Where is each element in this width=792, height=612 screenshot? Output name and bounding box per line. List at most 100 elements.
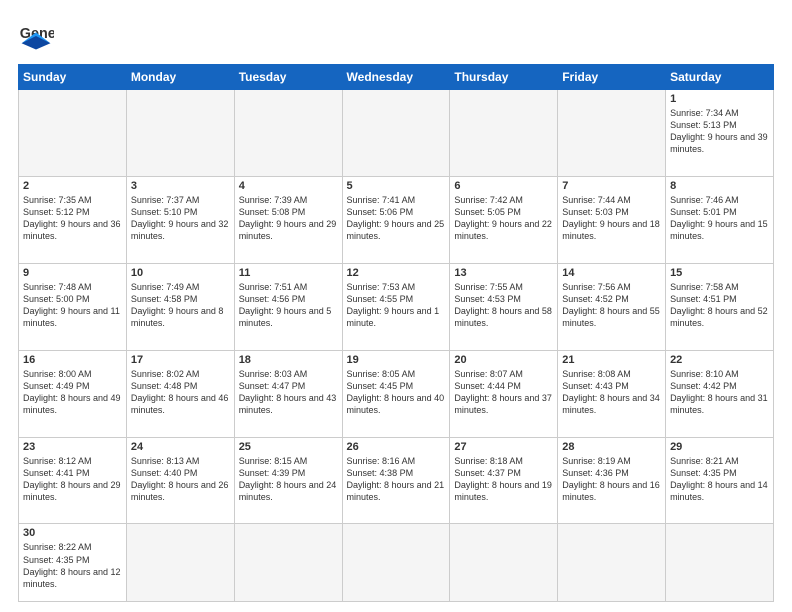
calendar-cell bbox=[342, 524, 450, 602]
calendar-cell: 19Sunrise: 8:05 AM Sunset: 4:45 PM Dayli… bbox=[342, 350, 450, 437]
day-number: 20 bbox=[454, 354, 553, 366]
header: General bbox=[18, 18, 774, 54]
calendar-cell: 9 Sunrise: 7:48 AM Sunset: 5:00 PM Daylig… bbox=[19, 263, 127, 350]
calendar-cell: 2 Sunrise: 7:35 AM Sunset: 5:12 PM Daylig… bbox=[19, 176, 127, 263]
calendar-cell: 12 Sunrise: 7:53 AM Sunset: 4:55 PM Dayli… bbox=[342, 263, 450, 350]
calendar-cell: 1 Sunrise: 7:34 AM Sunset: 5:13 PM Daylig… bbox=[666, 90, 774, 177]
calendar-cell: 10 Sunrise: 7:49 AM Sunset: 4:58 PM Dayli… bbox=[126, 263, 234, 350]
calendar-cell: 16Sunrise: 8:00 AM Sunset: 4:49 PM Dayli… bbox=[19, 350, 127, 437]
weekday-header-monday: Monday bbox=[126, 65, 234, 90]
day-info: Sunrise: 8:21 AM Sunset: 4:35 PM Dayligh… bbox=[670, 455, 769, 504]
day-info: Sunrise: 7:49 AM Sunset: 4:58 PM Dayligh… bbox=[131, 281, 230, 330]
day-info: Sunrise: 7:51 AM Sunset: 4:56 PM Dayligh… bbox=[239, 281, 338, 330]
day-number: 18 bbox=[239, 354, 338, 366]
weekday-header-friday: Friday bbox=[558, 65, 666, 90]
day-info: Sunrise: 8:22 AM Sunset: 4:35 PM Dayligh… bbox=[23, 541, 122, 590]
calendar-cell: 18 Sunrise: 8:03 AM Sunset: 4:47 PM Dayli… bbox=[234, 350, 342, 437]
calendar-cell: 11 Sunrise: 7:51 AM Sunset: 4:56 PM Dayli… bbox=[234, 263, 342, 350]
day-number: 10 bbox=[131, 267, 230, 279]
day-info: Sunrise: 7:46 AM Sunset: 5:01 PM Dayligh… bbox=[670, 194, 769, 243]
calendar-week-row: 1 Sunrise: 7:34 AM Sunset: 5:13 PM Daylig… bbox=[19, 90, 774, 177]
day-info: Sunrise: 8:03 AM Sunset: 4:47 PM Dayligh… bbox=[239, 368, 338, 417]
day-info: Sunrise: 8:18 AM Sunset: 4:37 PM Dayligh… bbox=[454, 455, 553, 504]
logo-icon: General bbox=[18, 18, 54, 54]
calendar-cell bbox=[450, 524, 558, 602]
day-info: Sunrise: 7:48 AM Sunset: 5:00 PM Dayligh… bbox=[23, 281, 122, 330]
weekday-header-thursday: Thursday bbox=[450, 65, 558, 90]
day-info: Sunrise: 8:15 AM Sunset: 4:39 PM Dayligh… bbox=[239, 455, 338, 504]
day-number: 15 bbox=[670, 267, 769, 279]
day-number: 1 bbox=[670, 93, 769, 105]
calendar-cell: 4 Sunrise: 7:39 AM Sunset: 5:08 PM Daylig… bbox=[234, 176, 342, 263]
calendar-cell bbox=[666, 524, 774, 602]
day-number: 13 bbox=[454, 267, 553, 279]
day-info: Sunrise: 8:12 AM Sunset: 4:41 PM Dayligh… bbox=[23, 455, 122, 504]
calendar-cell bbox=[126, 524, 234, 602]
day-info: Sunrise: 8:05 AM Sunset: 4:45 PM Dayligh… bbox=[347, 368, 446, 417]
calendar-cell: 20 Sunrise: 8:07 AM Sunset: 4:44 PM Dayli… bbox=[450, 350, 558, 437]
calendar-week-row: 30 Sunrise: 8:22 AM Sunset: 4:35 PM Dayli… bbox=[19, 524, 774, 602]
calendar-cell: 15 Sunrise: 7:58 AM Sunset: 4:51 PM Dayli… bbox=[666, 263, 774, 350]
day-number: 3 bbox=[131, 180, 230, 192]
calendar-cell bbox=[450, 90, 558, 177]
day-number: 26 bbox=[347, 441, 446, 453]
calendar-cell: 28Sunrise: 8:19 AM Sunset: 4:36 PM Dayli… bbox=[558, 437, 666, 524]
calendar-cell bbox=[558, 524, 666, 602]
day-info: Sunrise: 7:58 AM Sunset: 4:51 PM Dayligh… bbox=[670, 281, 769, 330]
day-info: Sunrise: 8:02 AM Sunset: 4:48 PM Dayligh… bbox=[131, 368, 230, 417]
day-info: Sunrise: 7:34 AM Sunset: 5:13 PM Dayligh… bbox=[670, 107, 769, 156]
day-info: Sunrise: 7:55 AM Sunset: 4:53 PM Dayligh… bbox=[454, 281, 553, 330]
day-number: 22 bbox=[670, 354, 769, 366]
calendar-cell bbox=[558, 90, 666, 177]
calendar-cell: 26Sunrise: 8:16 AM Sunset: 4:38 PM Dayli… bbox=[342, 437, 450, 524]
calendar-cell: 3 Sunrise: 7:37 AM Sunset: 5:10 PM Daylig… bbox=[126, 176, 234, 263]
day-info: Sunrise: 7:41 AM Sunset: 5:06 PM Dayligh… bbox=[347, 194, 446, 243]
day-info: Sunrise: 8:07 AM Sunset: 4:44 PM Dayligh… bbox=[454, 368, 553, 417]
calendar-cell: 8Sunrise: 7:46 AM Sunset: 5:01 PM Daylig… bbox=[666, 176, 774, 263]
day-number: 9 bbox=[23, 267, 122, 279]
day-number: 17 bbox=[131, 354, 230, 366]
calendar-cell bbox=[234, 524, 342, 602]
day-info: Sunrise: 8:10 AM Sunset: 4:42 PM Dayligh… bbox=[670, 368, 769, 417]
calendar-cell: 23Sunrise: 8:12 AM Sunset: 4:41 PM Dayli… bbox=[19, 437, 127, 524]
day-number: 6 bbox=[454, 180, 553, 192]
weekday-header-sunday: Sunday bbox=[19, 65, 127, 90]
day-number: 5 bbox=[347, 180, 446, 192]
calendar-cell: 29Sunrise: 8:21 AM Sunset: 4:35 PM Dayli… bbox=[666, 437, 774, 524]
day-info: Sunrise: 8:13 AM Sunset: 4:40 PM Dayligh… bbox=[131, 455, 230, 504]
day-number: 25 bbox=[239, 441, 338, 453]
day-info: Sunrise: 8:00 AM Sunset: 4:49 PM Dayligh… bbox=[23, 368, 122, 417]
weekday-header-wednesday: Wednesday bbox=[342, 65, 450, 90]
day-number: 4 bbox=[239, 180, 338, 192]
day-number: 24 bbox=[131, 441, 230, 453]
calendar-week-row: 2 Sunrise: 7:35 AM Sunset: 5:12 PM Daylig… bbox=[19, 176, 774, 263]
calendar-cell bbox=[19, 90, 127, 177]
day-number: 7 bbox=[562, 180, 661, 192]
day-number: 21 bbox=[562, 354, 661, 366]
day-number: 2 bbox=[23, 180, 122, 192]
calendar-cell bbox=[234, 90, 342, 177]
weekday-header-saturday: Saturday bbox=[666, 65, 774, 90]
day-info: Sunrise: 7:37 AM Sunset: 5:10 PM Dayligh… bbox=[131, 194, 230, 243]
day-info: Sunrise: 7:35 AM Sunset: 5:12 PM Dayligh… bbox=[23, 194, 122, 243]
calendar-cell: 14Sunrise: 7:56 AM Sunset: 4:52 PM Dayli… bbox=[558, 263, 666, 350]
calendar-cell: 30 Sunrise: 8:22 AM Sunset: 4:35 PM Dayli… bbox=[19, 524, 127, 602]
day-info: Sunrise: 8:08 AM Sunset: 4:43 PM Dayligh… bbox=[562, 368, 661, 417]
calendar-cell: 22 Sunrise: 8:10 AM Sunset: 4:42 PM Dayli… bbox=[666, 350, 774, 437]
day-number: 28 bbox=[562, 441, 661, 453]
calendar-week-row: 16Sunrise: 8:00 AM Sunset: 4:49 PM Dayli… bbox=[19, 350, 774, 437]
calendar-cell: 21 Sunrise: 8:08 AM Sunset: 4:43 PM Dayli… bbox=[558, 350, 666, 437]
day-number: 12 bbox=[347, 267, 446, 279]
day-number: 11 bbox=[239, 267, 338, 279]
calendar-table: SundayMondayTuesdayWednesdayThursdayFrid… bbox=[18, 64, 774, 602]
day-info: Sunrise: 7:39 AM Sunset: 5:08 PM Dayligh… bbox=[239, 194, 338, 243]
calendar-cell bbox=[342, 90, 450, 177]
day-number: 27 bbox=[454, 441, 553, 453]
day-number: 30 bbox=[23, 527, 122, 539]
calendar-cell: 17 Sunrise: 8:02 AM Sunset: 4:48 PM Dayli… bbox=[126, 350, 234, 437]
calendar-cell: 24 Sunrise: 8:13 AM Sunset: 4:40 PM Dayli… bbox=[126, 437, 234, 524]
calendar-week-row: 9 Sunrise: 7:48 AM Sunset: 5:00 PM Daylig… bbox=[19, 263, 774, 350]
calendar-cell: 5 Sunrise: 7:41 AM Sunset: 5:06 PM Daylig… bbox=[342, 176, 450, 263]
calendar-cell: 25 Sunrise: 8:15 AM Sunset: 4:39 PM Dayli… bbox=[234, 437, 342, 524]
day-info: Sunrise: 7:53 AM Sunset: 4:55 PM Dayligh… bbox=[347, 281, 446, 330]
